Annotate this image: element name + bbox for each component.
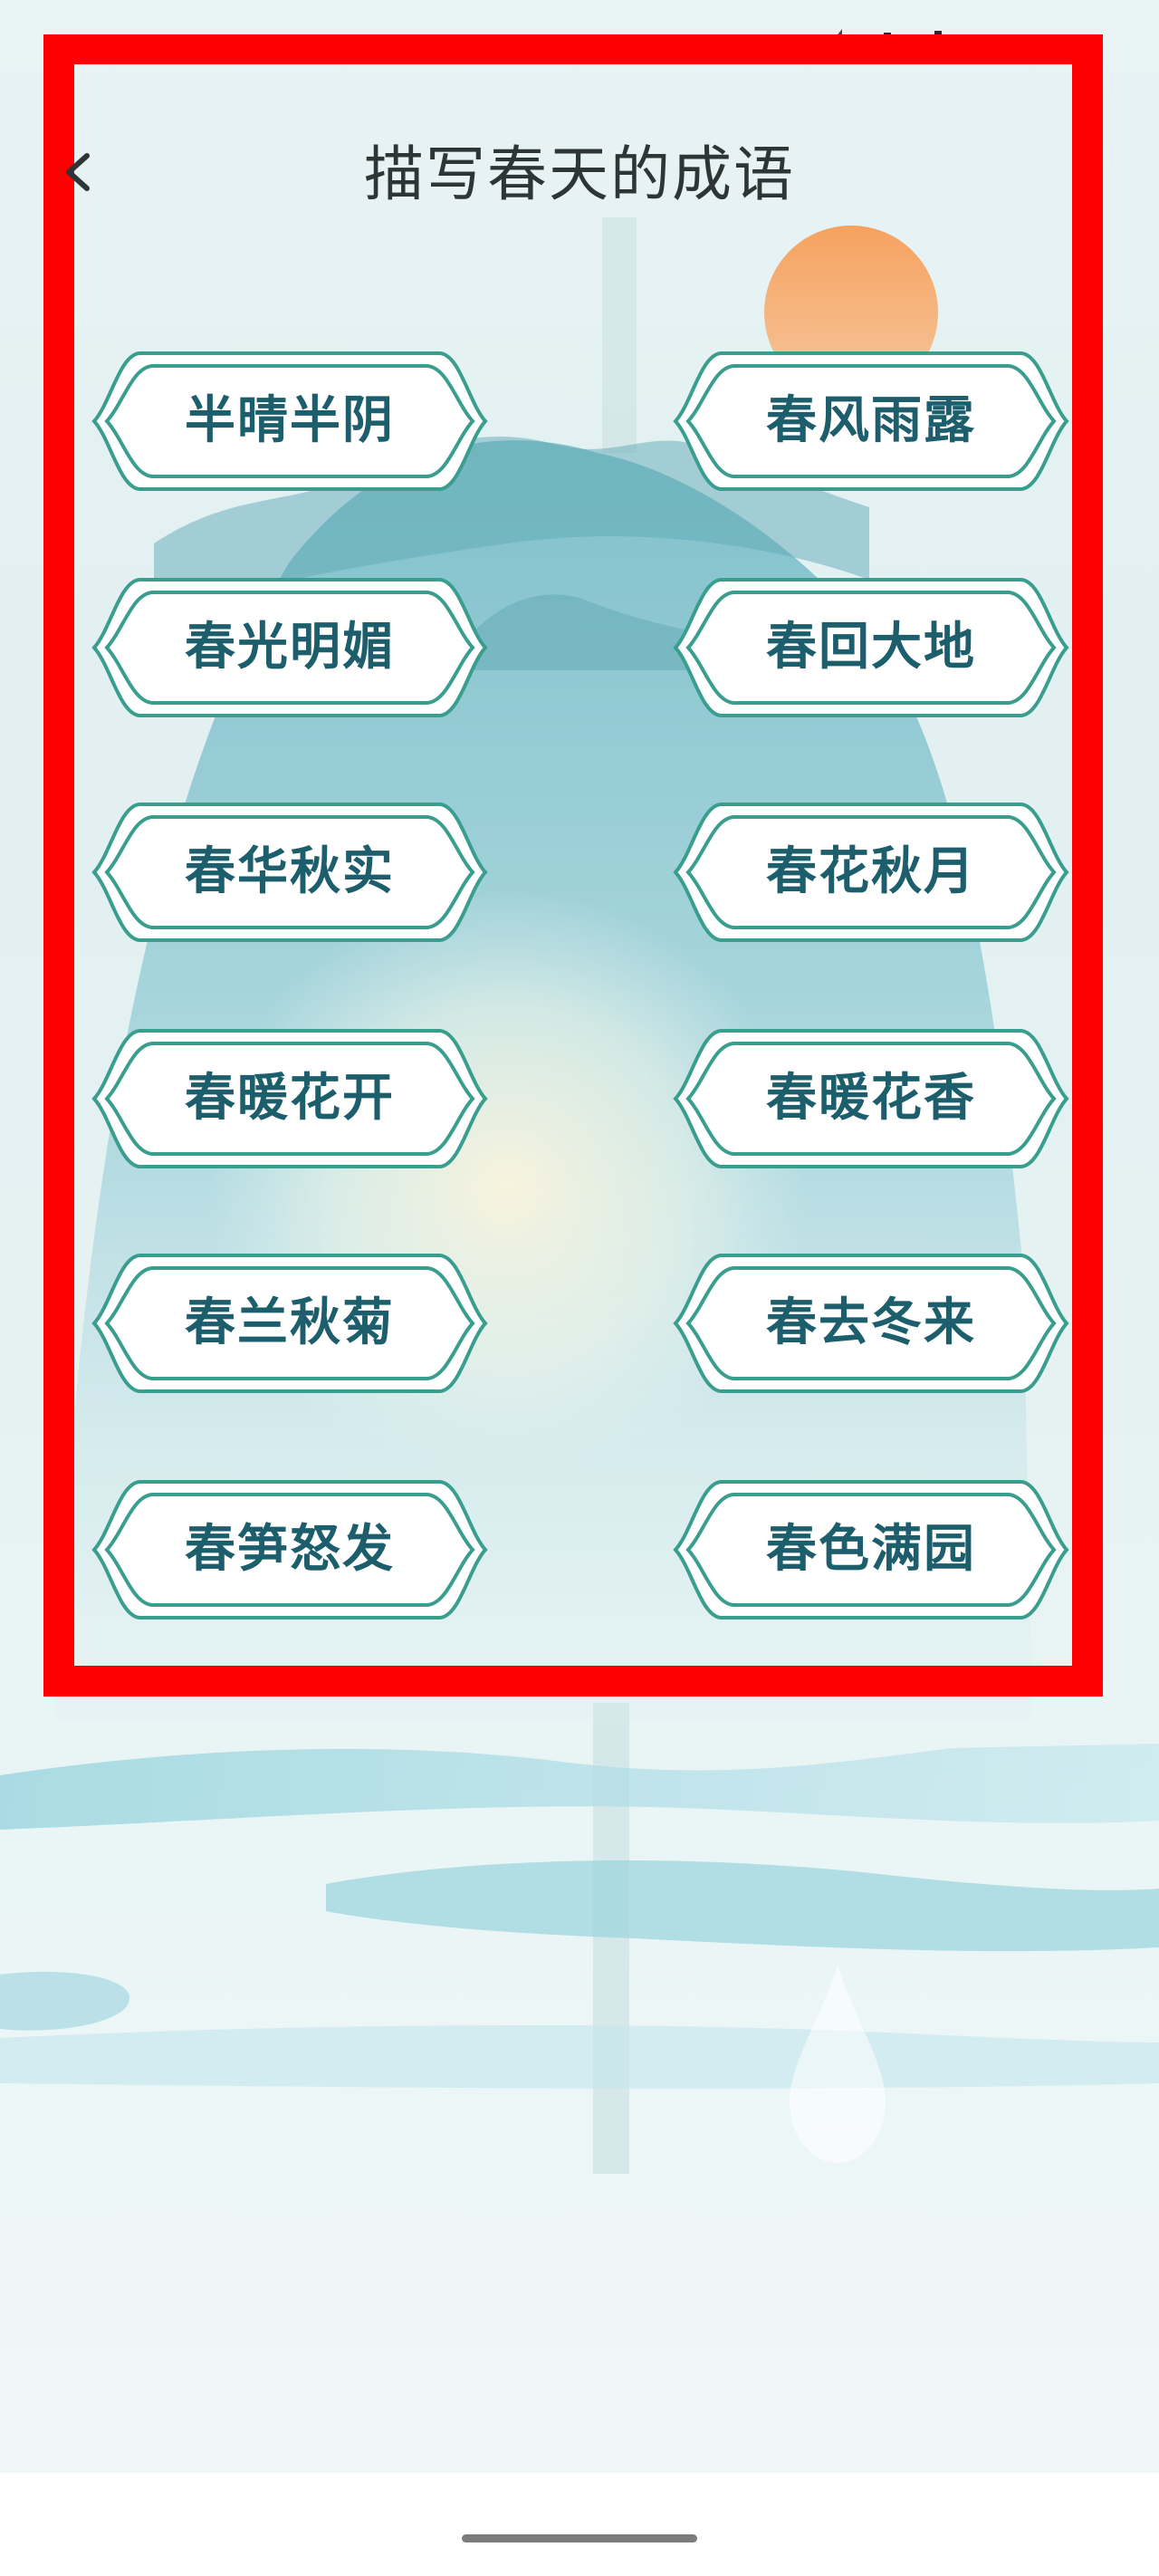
idiom-label: 春笋怒发 [185,1520,395,1579]
home-indicator[interactable] [462,2534,697,2542]
idiom-label: 春暖花香 [766,1069,976,1128]
idiom-button[interactable]: 春暖花香 [672,1025,1070,1172]
water-shape [0,1744,1159,1830]
idiom-label: 春风雨露 [766,391,976,450]
idiom-button[interactable]: 春回大地 [672,574,1070,721]
idiom-button[interactable]: 春去冬来 [672,1250,1070,1397]
back-button[interactable] [60,145,96,199]
idiom-label: 春兰秋菊 [185,1293,395,1352]
idiom-label: 春暖花开 [185,1069,395,1128]
idiom-button[interactable]: 春华秋实 [91,799,489,946]
chevron-left-icon [66,153,90,191]
idiom-button[interactable]: 春花秋月 [672,799,1070,946]
page-title: 描写春天的成语 [364,139,795,209]
idiom-label: 春花秋月 [766,842,976,901]
idiom-button[interactable]: 春笋怒发 [91,1476,489,1623]
idiom-button[interactable]: 春兰秋菊 [91,1250,489,1397]
idiom-button[interactable]: 春色满园 [672,1476,1070,1623]
idiom-label: 半晴半阴 [185,391,395,450]
water-shape [0,1971,130,2031]
water-shape [326,1860,1159,1952]
idiom-button[interactable]: 半晴半阴 [91,348,489,495]
bottom-bar [0,2473,1159,2576]
water-drop-shape [790,1966,886,2163]
idiom-button[interactable]: 春光明媚 [91,574,489,721]
idiom-label: 春去冬来 [766,1293,976,1352]
water-shape [0,2024,1159,2089]
idiom-label: 春华秋实 [185,842,395,901]
idiom-button[interactable]: 春风雨露 [672,348,1070,495]
idiom-label: 春光明媚 [185,618,395,677]
idiom-button[interactable]: 春暖花开 [91,1025,489,1172]
idiom-label: 春色满园 [766,1520,976,1579]
idiom-label: 春回大地 [766,618,976,677]
